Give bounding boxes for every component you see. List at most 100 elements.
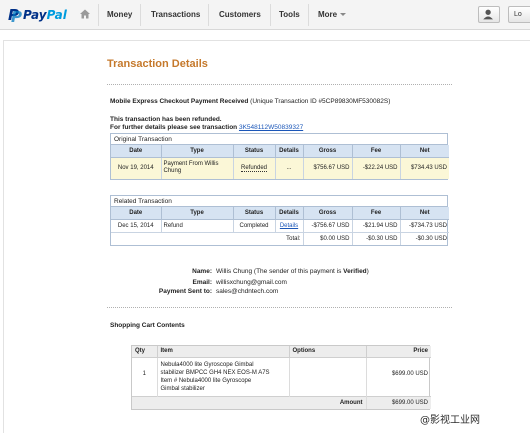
paypal-wordmark: PayPal	[23, 8, 67, 22]
cell-fee: -$21.94 USD	[352, 219, 401, 232]
divider	[107, 307, 452, 308]
cell-date: Nov 19, 2014	[111, 157, 162, 179]
further-details-text: For further details please see transacti…	[110, 124, 239, 131]
transaction-kind: Mobile Express Checkout Payment Received	[110, 98, 249, 105]
cell-status: Completed	[233, 219, 276, 232]
column-header: Type	[161, 145, 234, 158]
related-transaction-table: Related Transaction Date Type Status Det…	[110, 195, 449, 246]
table-header-row: Date Type Status Details Gross Fee Net	[111, 145, 449, 158]
cell-item: Nebula4000 lite Gyroscope Gimbal stabili…	[157, 357, 290, 396]
cell-gross: $756.67 USD	[303, 157, 353, 179]
column-header: Status	[233, 145, 276, 158]
refund-transaction-link[interactable]: 3K548112W50839327	[239, 124, 303, 131]
item-line: Gimbal stabilizer	[160, 385, 205, 392]
total-gross: $0.00 USD	[303, 232, 353, 245]
email-value: willisxchung@gmail.com	[216, 279, 287, 286]
status-refunded[interactable]: Refunded	[240, 165, 268, 173]
total-fee: -$0.30 USD	[352, 232, 401, 245]
chevron-down-icon	[340, 13, 347, 17]
home-icon[interactable]	[79, 8, 91, 20]
column-header: Fee	[352, 145, 401, 158]
paypal-p-icon: PP	[8, 5, 22, 26]
empty-cell	[233, 232, 275, 245]
column-header: Details	[275, 145, 304, 158]
nav-transactions[interactable]: Transactions	[151, 10, 200, 19]
column-header: Net	[400, 145, 449, 158]
page-title: Transaction Details	[107, 58, 208, 70]
nav-divider	[140, 4, 141, 26]
cell-options	[289, 357, 367, 396]
empty-cell	[161, 232, 233, 245]
cell-net: -$734.73 USD	[408, 222, 447, 229]
user-icon	[483, 9, 493, 20]
cell-type: Payment From Willis Chung	[161, 157, 234, 179]
nav-money[interactable]: Money	[107, 10, 132, 19]
name-value: Willis Chung (The sender of this payment…	[216, 268, 369, 275]
column-header: Item	[157, 346, 290, 358]
logout-button[interactable]: Lo	[508, 6, 530, 23]
email-label: Email:	[192, 279, 212, 286]
watermark-text: @影视工业网	[418, 410, 482, 427]
top-nav: PP PayPal Money Transactions Customers T…	[0, 0, 530, 30]
verified-status: Verified	[343, 268, 367, 275]
paypal-logo[interactable]: PP PayPal	[8, 5, 67, 26]
cell-details[interactable]: Details	[275, 219, 304, 232]
divider	[107, 84, 452, 85]
column-header: Gross	[303, 145, 353, 158]
total-net: -$0.30 USD	[415, 235, 447, 242]
nav-more-label: More	[318, 10, 338, 19]
refunded-note: This transaction has been refunded.	[110, 116, 222, 123]
payment-sent-to-label: Payment Sent to:	[158, 288, 212, 295]
item-line: stabilizer BMPCC GH4 NEX EOS-M A7S	[160, 369, 270, 376]
shopping-cart-table: Qty Item Options Price 1 Nebula4000 lite…	[131, 345, 431, 410]
column-header: Date	[111, 145, 162, 158]
related-transaction-caption: Related Transaction	[111, 196, 447, 207]
cell-gross: -$756.67 USD	[303, 219, 353, 232]
cell-status[interactable]: Refunded	[233, 157, 276, 179]
column-header: Net	[400, 207, 449, 220]
amount-value: $699.00 USD	[366, 395, 431, 409]
amount-label: Amount	[289, 395, 367, 409]
name-label: Name:	[192, 268, 212, 275]
cell-net: $734.43 USD	[400, 157, 449, 179]
column-header: Gross	[303, 207, 353, 220]
payer-name: Willis Chung (The sender of this payment…	[216, 268, 344, 275]
cell-type-line: Payment From Willis	[163, 161, 219, 168]
shopping-cart-title: Shopping Cart Contents	[110, 322, 185, 329]
table-row: 1 Nebula4000 lite Gyroscope Gimbal stabi…	[132, 357, 431, 396]
table-row: Nov 19, 2014 Payment From Willis Chung Re…	[111, 157, 449, 179]
item-line: Nebula4000 lite Gyroscope Gimbal	[160, 361, 254, 368]
nav-tools[interactable]: Tools	[279, 10, 300, 19]
cell-details: ...	[275, 157, 304, 179]
column-header: Price	[366, 346, 431, 358]
column-header: Details	[275, 207, 304, 220]
total-label: Total:	[275, 232, 304, 245]
further-details-line: For further details please see transacti…	[110, 124, 303, 131]
empty-cell	[111, 232, 161, 245]
cell-fee: -$22.24 USD	[352, 157, 401, 179]
cell-price: $699.00 USD	[391, 370, 428, 377]
table-row: Dec 15, 2014 Refund Completed Details -$…	[111, 219, 449, 232]
cell-type: Refund	[161, 219, 234, 232]
column-header: Fee	[352, 207, 401, 220]
transaction-received-line: Mobile Express Checkout Payment Received…	[110, 98, 390, 105]
empty-cell	[132, 395, 157, 409]
amount-row: Amount $699.00 USD	[132, 395, 431, 409]
payer-name-close: )	[366, 268, 369, 275]
details-link[interactable]: Details	[280, 223, 298, 229]
nav-divider	[208, 4, 209, 26]
nav-divider	[308, 4, 309, 26]
total-row: Total: $0.00 USD -$0.30 USD -$0.30 USD	[111, 232, 449, 245]
nav-more[interactable]: More	[318, 10, 347, 19]
nav-divider	[270, 4, 271, 26]
original-transaction-table: Original Transaction Date Type Status De…	[110, 133, 449, 180]
item-line: Item # Nebula4000 lite Gyroscope	[160, 377, 252, 384]
cell-type-line: Chung	[163, 168, 182, 175]
nav-customers[interactable]: Customers	[219, 10, 261, 19]
nav-divider	[98, 4, 99, 26]
user-profile-button[interactable]	[478, 6, 500, 23]
column-header: Qty	[132, 346, 158, 358]
column-header: Status	[233, 207, 276, 220]
column-header: Type	[161, 207, 234, 220]
column-header: Date	[111, 207, 162, 220]
